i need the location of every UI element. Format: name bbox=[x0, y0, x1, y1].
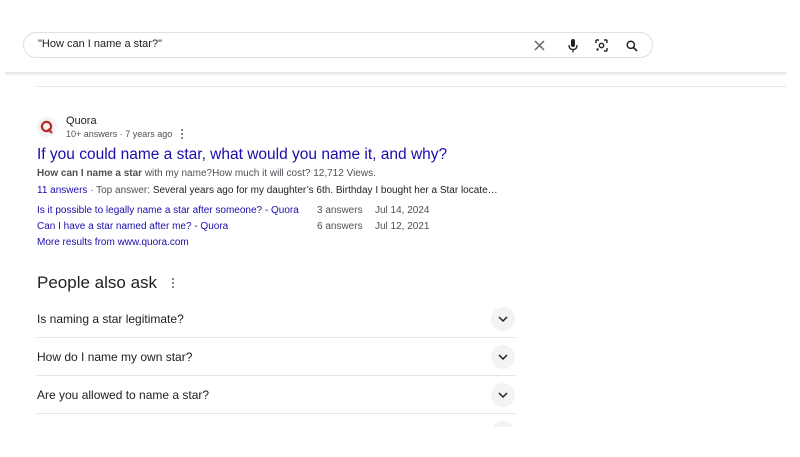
site-name[interactable]: Quora bbox=[66, 115, 97, 127]
site-meta: 10+ answers · 7 years ago bbox=[66, 129, 184, 139]
chevron-down-icon[interactable] bbox=[491, 345, 515, 369]
more-options-icon[interactable] bbox=[181, 129, 184, 139]
top-answer-label: · Top answer: bbox=[87, 185, 153, 196]
chevron-down-icon[interactable] bbox=[491, 307, 515, 331]
sub-result-date: Jul 12, 2021 bbox=[375, 221, 430, 232]
tabs-divider bbox=[37, 86, 786, 87]
sub-result-count: 6 answers bbox=[317, 221, 363, 232]
close-icon[interactable] bbox=[532, 38, 547, 53]
lens-icon[interactable] bbox=[594, 38, 609, 53]
people-also-ask-heading: People also ask bbox=[37, 273, 175, 293]
result-snippet: How can I name a star with my name?How m… bbox=[37, 168, 376, 179]
answers-line: 11 answers · Top answer: Several years a… bbox=[37, 185, 498, 196]
paa-question-item[interactable]: Are you allowed to name a star? bbox=[37, 376, 515, 414]
microphone-icon[interactable] bbox=[565, 38, 580, 53]
paa-question-item[interactable]: Is naming a star legitimate? bbox=[37, 300, 515, 338]
snippet-highlight: How can I name a star bbox=[37, 168, 143, 179]
paa-question: How do I name my own star? bbox=[37, 350, 193, 364]
more-results-link[interactable]: More results from www.quora.com bbox=[37, 237, 189, 248]
snippet-text: with my name?How much it will cost? 12,7… bbox=[142, 168, 376, 179]
paa-options-icon[interactable] bbox=[172, 278, 175, 288]
search-icon[interactable] bbox=[624, 38, 639, 53]
search-bar[interactable]: "How can I name a star?" bbox=[23, 32, 653, 58]
sub-result-date: Jul 14, 2024 bbox=[375, 205, 430, 216]
sub-result-count: 3 answers bbox=[317, 205, 363, 216]
header-divider bbox=[5, 72, 786, 76]
sub-result-link[interactable]: Is it possible to legally name a star af… bbox=[37, 205, 299, 216]
sub-result-link[interactable]: Can I have a star named after me? - Quor… bbox=[37, 221, 228, 232]
quora-logo-icon bbox=[37, 117, 57, 137]
result-title-link[interactable]: If you could name a star, what would you… bbox=[37, 146, 447, 164]
paa-question: Are you allowed to name a star? bbox=[37, 388, 210, 402]
paa-title: People also ask bbox=[37, 273, 158, 292]
answers-count-link[interactable]: 11 answers bbox=[37, 185, 87, 196]
site-meta-text: 10+ answers · 7 years ago bbox=[66, 129, 173, 139]
viewport-cutoff bbox=[0, 427, 800, 457]
paa-question-item[interactable]: How do I name my own star? bbox=[37, 338, 515, 376]
search-input[interactable]: "How can I name a star?" bbox=[38, 38, 162, 50]
chevron-down-icon[interactable] bbox=[491, 383, 515, 407]
top-answer-text: Several years ago for my daughter’s 6th.… bbox=[152, 185, 498, 196]
paa-question: Is naming a star legitimate? bbox=[37, 312, 184, 326]
